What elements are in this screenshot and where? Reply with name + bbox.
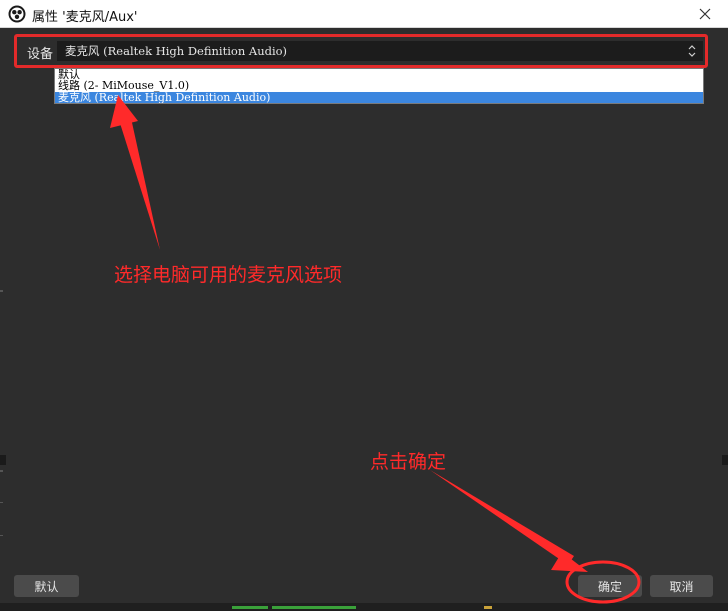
- ok-button[interactable]: 确定: [578, 575, 642, 597]
- annotation-click-ok: 点击确定: [370, 451, 447, 473]
- obs-logo-icon: [8, 5, 26, 23]
- device-label: 设备: [27, 47, 54, 62]
- meter-segment: [232, 606, 268, 609]
- cancel-button[interactable]: 取消: [650, 575, 713, 597]
- close-button[interactable]: [682, 0, 728, 28]
- device-select-value: 麦克风 (Realtek High Definition Audio): [65, 44, 288, 58]
- background-artifact: [0, 290, 3, 292]
- window-title: 属性 '麦克风/Aux': [32, 10, 138, 25]
- annotation-choose-mic: 选择电脑可用的麦克风选项: [114, 264, 343, 286]
- background-artifact: [0, 455, 6, 465]
- dialog-content: [0, 28, 728, 611]
- defaults-button[interactable]: 默认: [14, 575, 79, 597]
- meter-segment: [272, 606, 356, 609]
- background-artifact: [722, 455, 728, 465]
- title-bar: 属性 '麦克风/Aux': [0, 0, 728, 28]
- device-row-highlight: 设备 麦克风 (Realtek High Definition Audio): [14, 34, 708, 68]
- device-select[interactable]: 麦克风 (Realtek High Definition Audio): [57, 41, 703, 61]
- bottom-strip: [0, 603, 728, 611]
- close-icon: [699, 8, 711, 20]
- device-dropdown-list: 默认 线路 (2- MiMouse_V1.0) 麦克风 (Realtek Hig…: [54, 68, 704, 104]
- background-artifact: [0, 535, 3, 536]
- background-artifact: [0, 470, 3, 472]
- background-artifact: [0, 502, 3, 503]
- dropdown-option-microphone[interactable]: 麦克风 (Realtek High Definition Audio): [55, 92, 703, 103]
- updown-arrows-icon: [688, 45, 696, 57]
- meter-segment: [484, 606, 492, 609]
